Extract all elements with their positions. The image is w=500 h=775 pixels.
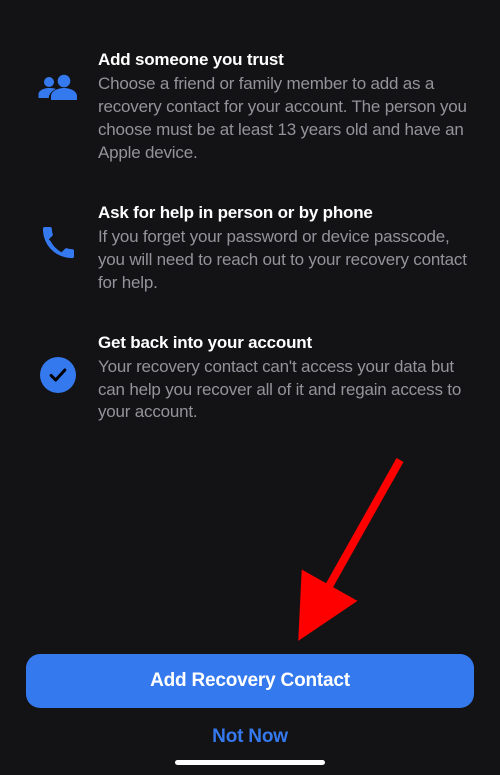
block-body-regain: Your recovery contact can't access your … [98,356,472,425]
not-now-button[interactable]: Not Now [26,726,474,748]
bottom-area: Add Recovery Contact Not Now [0,654,500,775]
add-recovery-contact-button[interactable]: Add Recovery Contact [26,654,474,708]
info-content: Add someone you trust Choose a friend or… [0,0,500,424]
info-block-help: Ask for help in person or by phone If yo… [28,203,472,295]
phone-icon [42,227,74,259]
text-col: Ask for help in person or by phone If yo… [88,203,472,295]
text-col: Add someone you trust Choose a friend or… [88,50,472,165]
icon-col [28,333,88,393]
icon-col [28,203,88,259]
block-title-trust: Add someone you trust [98,50,472,70]
text-col: Get back into your account Your recovery… [88,333,472,425]
block-title-help: Ask for help in person or by phone [98,203,472,223]
block-body-help: If you forget your password or device pa… [98,226,472,295]
home-indicator[interactable] [175,760,325,765]
arrow-annotation-icon [290,450,420,650]
icon-col [28,50,88,100]
info-block-regain: Get back into your account Your recovery… [28,333,472,425]
block-title-regain: Get back into your account [98,333,472,353]
people-icon [38,74,78,100]
checkmark-circle-icon [40,357,76,393]
block-body-trust: Choose a friend or family member to add … [98,73,472,165]
info-block-trust: Add someone you trust Choose a friend or… [28,50,472,165]
